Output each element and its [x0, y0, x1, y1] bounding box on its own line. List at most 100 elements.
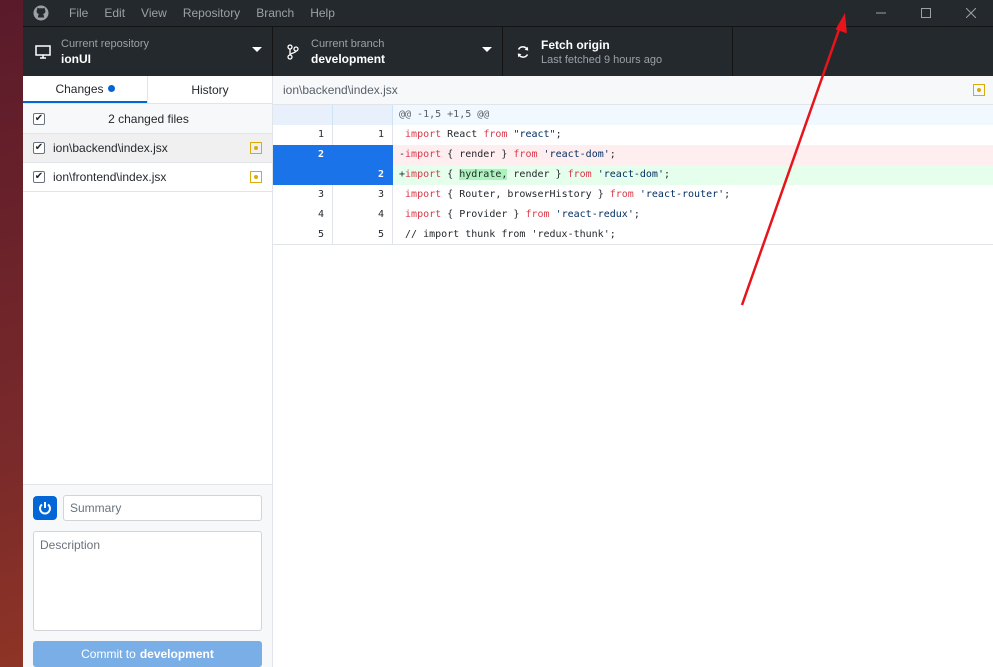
line-number-old[interactable]: 5 — [273, 224, 333, 245]
github-desktop-window: File Edit View Repository Branch Help Cu… — [23, 0, 993, 667]
avatar — [33, 496, 57, 520]
title-bar: File Edit View Repository Branch Help — [23, 0, 993, 26]
menu-file[interactable]: File — [59, 0, 96, 26]
code-token: ; — [724, 189, 731, 200]
sync-icon — [513, 45, 533, 59]
diff-line[interactable]: 3 3 import { Router, browserHistory } fr… — [273, 185, 993, 205]
tab-changes[interactable]: Changes — [23, 76, 147, 103]
github-logo-icon — [23, 0, 59, 26]
line-number-old[interactable]: 2 — [273, 145, 333, 165]
menu-repository[interactable]: Repository — [175, 0, 248, 26]
code-token: from — [525, 209, 550, 220]
commit-form: Commit to development — [23, 484, 272, 667]
commit-button-branch: development — [139, 647, 214, 661]
fetch-title: Fetch origin — [541, 37, 610, 52]
code-token: { Provider } — [441, 209, 526, 220]
diff-table: @@ -1,5 +1,5 @@ 1 1 import React from "r… — [273, 105, 993, 245]
diff-line[interactable]: 1 1 import React from "react"; — [273, 125, 993, 145]
menu-edit[interactable]: Edit — [96, 0, 133, 26]
code-token: ; — [633, 209, 640, 220]
line-number-old[interactable]: 1 — [273, 125, 333, 145]
monitor-icon — [33, 44, 53, 59]
code-token: import — [405, 169, 442, 180]
fetch-subtitle: Last fetched 9 hours ago — [541, 53, 663, 66]
line-code: import { Provider } from 'react-redux'; — [393, 205, 993, 225]
line-number-old[interactable]: 4 — [273, 205, 333, 225]
diff-file-header: ion\backend\index.jsx — [273, 76, 993, 105]
menu-branch[interactable]: Branch — [248, 0, 302, 26]
sidebar-tabs: Changes History — [23, 76, 272, 104]
code-token: ; — [609, 149, 616, 160]
code-token: 'react-dom' — [597, 169, 664, 180]
code-token: 'react-dom' — [543, 149, 610, 160]
close-window-button[interactable] — [948, 0, 993, 26]
code-token: "react" — [513, 129, 556, 140]
line-number-new[interactable]: 4 — [333, 205, 393, 225]
line-number-new[interactable] — [333, 145, 393, 165]
diff-line[interactable]: 4 4 import { Provider } from 'react-redu… — [273, 205, 993, 225]
code-token: { render } — [441, 149, 514, 160]
diff-line[interactable]: 5 5 // import thunk from 'redux-thunk'; — [273, 224, 993, 245]
changed-file-row[interactable]: ✔ ion\backend\index.jsx — [23, 134, 272, 163]
code-token: import — [405, 209, 442, 220]
current-repository-dropdown[interactable]: Current repository ionUI — [23, 27, 273, 76]
maximize-icon — [920, 8, 931, 18]
toolbar: Current repository ionUI Current branch … — [23, 26, 993, 76]
chevron-down-icon — [252, 47, 262, 52]
line-number-old — [273, 105, 333, 125]
code-token: from — [567, 169, 592, 180]
changes-indicator-dot — [107, 85, 115, 92]
main-area: Changes History ✔ 2 changed files ✔ ion\… — [23, 76, 993, 667]
close-icon — [965, 8, 976, 18]
changes-sidebar: Changes History ✔ 2 changed files ✔ ion\… — [23, 76, 273, 667]
code-token: import — [405, 189, 442, 200]
changed-files-count: 2 changed files — [108, 111, 189, 126]
repo-label: Current repository — [61, 37, 150, 50]
code-token: import — [405, 129, 442, 140]
select-all-checkbox[interactable]: ✔ — [33, 112, 45, 125]
code-token: from — [483, 129, 508, 140]
code-token: React — [441, 129, 484, 140]
code-token: ; — [555, 129, 562, 140]
window-controls — [858, 0, 993, 26]
line-number-new[interactable]: 5 — [333, 224, 393, 245]
fetch-origin-button[interactable]: Fetch origin Last fetched 9 hours ago — [503, 27, 733, 76]
line-number-new[interactable]: 2 — [333, 165, 393, 185]
maximize-button[interactable] — [903, 0, 948, 26]
minimize-button[interactable] — [858, 0, 903, 26]
commit-description-input[interactable] — [33, 531, 262, 631]
code-token: // import thunk from 'redux-thunk'; — [399, 228, 616, 240]
line-number-old[interactable] — [273, 165, 333, 185]
commit-button-prefix: Commit to — [81, 647, 136, 661]
tab-history[interactable]: History — [147, 76, 272, 103]
hunk-header-row: @@ -1,5 +1,5 @@ — [273, 105, 993, 125]
hunk-header: @@ -1,5 +1,5 @@ — [393, 105, 993, 125]
chevron-down-icon — [482, 47, 492, 52]
current-branch-dropdown[interactable]: Current branch development — [273, 27, 503, 76]
line-number-old[interactable]: 3 — [273, 185, 333, 205]
commit-button[interactable]: Commit to development — [33, 641, 262, 667]
code-token-highlighted: hydrate, — [459, 169, 508, 180]
line-number-new[interactable]: 1 — [333, 125, 393, 145]
tab-history-label: History — [191, 82, 229, 97]
file-checkbox[interactable]: ✔ — [33, 142, 45, 154]
menu-help[interactable]: Help — [302, 0, 343, 26]
file-list-empty-space — [23, 192, 272, 484]
code-token: { Router, browserHistory } — [441, 189, 610, 200]
commit-summary-input[interactable] — [63, 495, 262, 521]
line-number-new — [333, 105, 393, 125]
diff-line-added[interactable]: 2 +import { hydrate, render } from 'reac… — [273, 165, 993, 185]
menu-view[interactable]: View — [133, 0, 175, 26]
minimize-icon — [875, 12, 886, 14]
code-token: { — [441, 169, 460, 180]
repo-name: ionUI — [61, 51, 91, 66]
branch-icon — [283, 43, 303, 60]
diff-line-deleted[interactable]: 2 -import { render } from 'react-dom'; — [273, 145, 993, 165]
code-token: 'react-router' — [639, 189, 725, 200]
file-checkbox[interactable]: ✔ — [33, 171, 45, 183]
code-token: import — [405, 149, 442, 160]
changed-file-row[interactable]: ✔ ion\frontend\index.jsx — [23, 163, 272, 192]
branch-label: Current branch — [311, 37, 385, 50]
line-number-new[interactable]: 3 — [333, 185, 393, 205]
modified-icon — [250, 171, 262, 183]
